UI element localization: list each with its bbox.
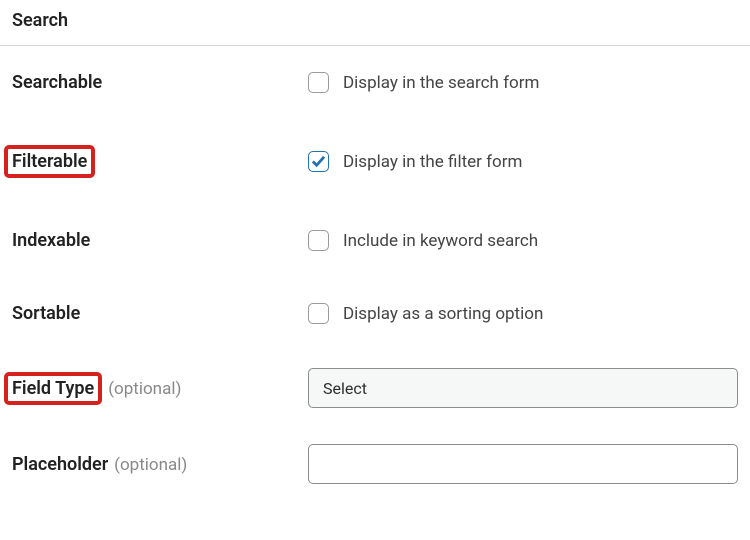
checkbox-filterable[interactable]	[308, 151, 329, 172]
checkbox-sortable-label: Display as a sorting option	[343, 304, 543, 324]
label-filterable: Filterable	[12, 145, 308, 178]
row-filterable: Filterable Display in the filter form	[0, 119, 750, 204]
label-placeholder-text: Placeholder	[12, 454, 108, 475]
checkbox-filterable-label: Display in the filter form	[343, 152, 522, 172]
label-field-type: Field Type (optional)	[12, 372, 308, 405]
row-field-type: Field Type (optional) Select	[0, 350, 750, 426]
checkbox-searchable[interactable]	[308, 72, 329, 93]
select-field-type-value: Select	[323, 379, 367, 398]
label-placeholder-optional: (optional)	[114, 455, 187, 475]
label-field-type-optional: (optional)	[108, 379, 181, 399]
section-title: Search	[0, 0, 750, 46]
label-filterable-text: Filterable	[4, 145, 95, 178]
row-indexable: Indexable Include in keyword search	[0, 204, 750, 277]
label-placeholder: Placeholder (optional)	[12, 454, 308, 475]
row-placeholder: Placeholder (optional)	[0, 426, 750, 502]
label-indexable-text: Indexable	[12, 230, 90, 251]
checkbox-indexable[interactable]	[308, 230, 329, 251]
label-sortable-text: Sortable	[12, 303, 80, 324]
label-sortable: Sortable	[12, 303, 308, 324]
label-searchable: Searchable	[12, 72, 308, 93]
input-placeholder[interactable]	[308, 444, 738, 484]
checkbox-searchable-label: Display in the search form	[343, 73, 539, 93]
row-sortable: Sortable Display as a sorting option	[0, 277, 750, 350]
checkbox-sortable[interactable]	[308, 303, 329, 324]
checkbox-indexable-label: Include in keyword search	[343, 231, 538, 251]
select-field-type[interactable]: Select	[308, 368, 738, 408]
label-searchable-text: Searchable	[12, 72, 102, 93]
label-field-type-text: Field Type	[4, 372, 102, 405]
row-searchable: Searchable Display in the search form	[0, 46, 750, 119]
label-indexable: Indexable	[12, 230, 308, 251]
